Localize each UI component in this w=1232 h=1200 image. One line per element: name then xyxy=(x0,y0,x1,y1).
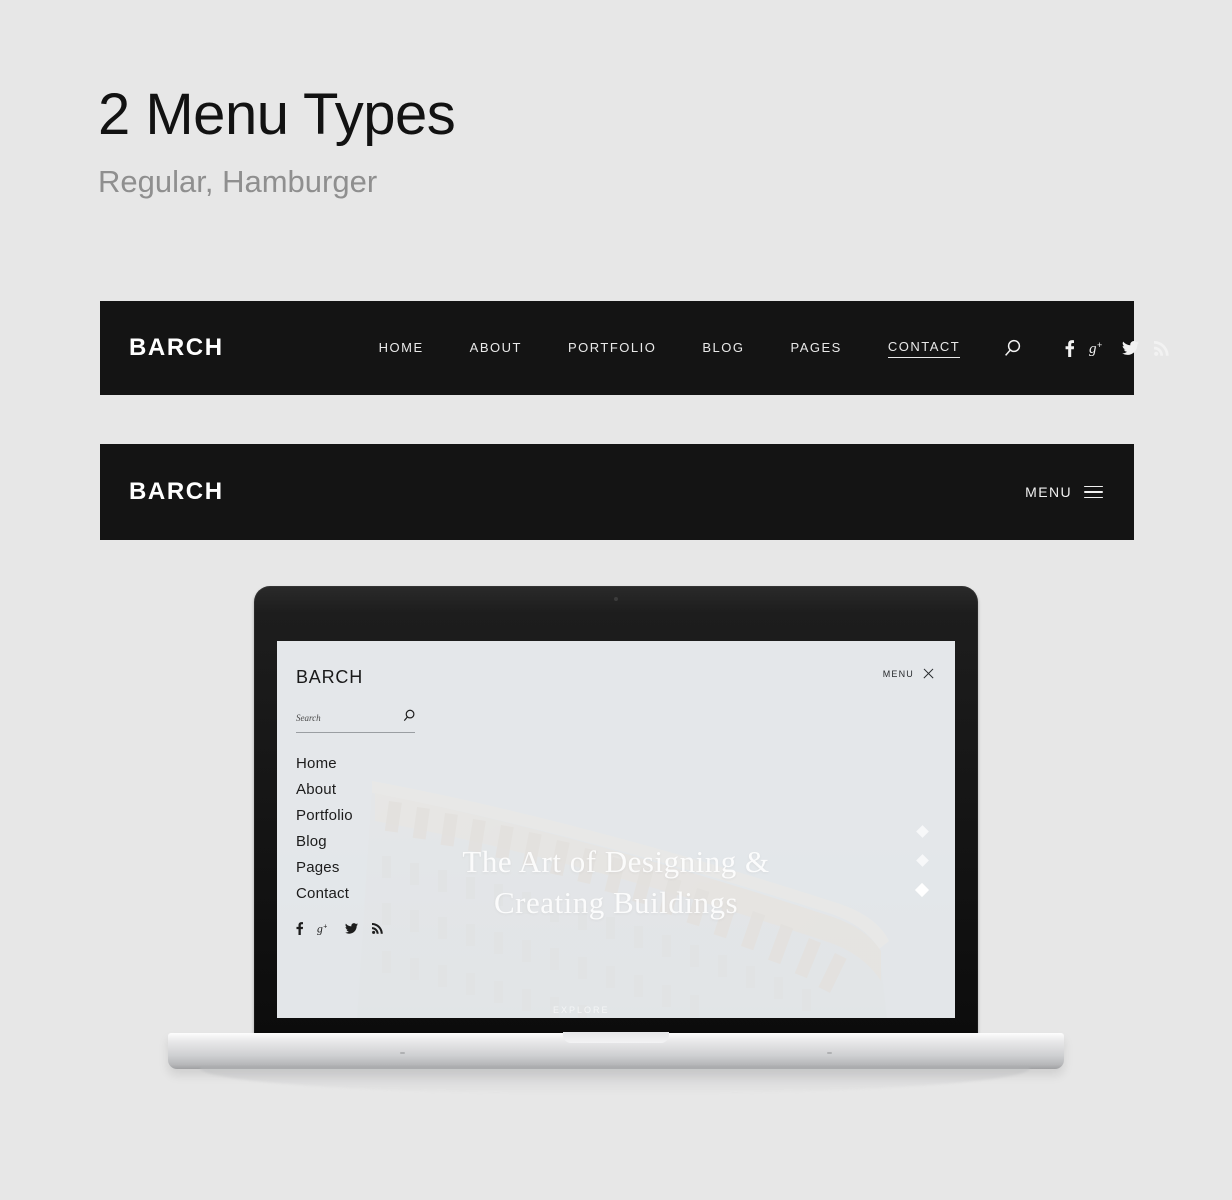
svg-text:g: g xyxy=(1089,341,1097,356)
screen-nav-list: Home About Portfolio Blog Pages Contact xyxy=(296,755,499,903)
menu-toggle-button[interactable]: MENU xyxy=(1025,484,1103,500)
screen-socials: g + xyxy=(296,922,499,935)
explore-label[interactable]: EXPLORE xyxy=(553,1005,610,1015)
close-icon[interactable] xyxy=(923,668,934,679)
webcam-icon xyxy=(614,597,618,601)
nav-item-about[interactable]: ABOUT xyxy=(470,339,522,358)
laptop-base xyxy=(168,1032,1064,1069)
screen-nav-item-contact[interactable]: Contact xyxy=(296,885,499,903)
nav-link-pages[interactable]: PAGES xyxy=(790,340,841,358)
screen-nav-link-portfolio[interactable]: Portfolio xyxy=(296,807,353,824)
nav-item-pages[interactable]: PAGES xyxy=(790,339,841,358)
screen-nav-link-blog[interactable]: Blog xyxy=(296,833,327,850)
facebook-icon[interactable] xyxy=(296,922,303,935)
page-subtitle: Regular, Hamburger xyxy=(98,164,378,199)
google-plus-icon[interactable]: g + xyxy=(1089,340,1107,356)
screen-nav-item-pages[interactable]: Pages xyxy=(296,859,499,877)
hamburger-menu-logo[interactable]: BARCH xyxy=(129,478,224,506)
screen-nav-link-about[interactable]: About xyxy=(296,781,336,798)
slider-dot-2[interactable] xyxy=(915,854,929,867)
page-root: 2 Menu Types Regular, Hamburger BARCH HO… xyxy=(0,0,1232,1200)
page-title: 2 Menu Types xyxy=(98,82,456,147)
laptop-base-dot-right xyxy=(827,1052,832,1054)
nav-link-contact[interactable]: CONTACT xyxy=(887,339,961,358)
screen-nav-link-contact[interactable]: Contact xyxy=(296,885,349,902)
search-icon[interactable] xyxy=(403,709,415,727)
svg-text:+: + xyxy=(323,924,327,931)
heading-block: 2 Menu Types Regular, Hamburger xyxy=(98,82,456,199)
search-icon[interactable] xyxy=(1004,339,1021,357)
laptop-shadow xyxy=(200,1068,1030,1094)
screen-nav-link-home[interactable]: Home xyxy=(296,755,337,772)
laptop-base-notch xyxy=(563,1032,669,1043)
laptop-screen: The Art of Designing & Creating Building… xyxy=(277,641,955,1018)
laptop-base-dot-left xyxy=(400,1052,405,1054)
hamburger-menu-bar: BARCH MENU xyxy=(100,444,1134,540)
regular-menu-socials: g + xyxy=(1065,339,1169,357)
laptop-mockup: The Art of Designing & Creating Building… xyxy=(0,560,1232,1120)
svg-text:+: + xyxy=(1097,340,1102,350)
menu-toggle-label: MENU xyxy=(1025,484,1072,500)
screen-sidebar-panel: BARCH Home xyxy=(277,641,499,1018)
rss-icon[interactable] xyxy=(1154,340,1169,356)
regular-menu-bar: BARCH HOME ABOUT PORTFOLIO BLOG PAGES CO… xyxy=(100,301,1169,395)
nav-link-home[interactable]: HOME xyxy=(379,340,424,358)
screen-nav-item-about[interactable]: About xyxy=(296,781,499,799)
screen-nav-link-pages[interactable]: Pages xyxy=(296,859,340,876)
svg-text:g: g xyxy=(317,922,323,935)
nav-link-portfolio[interactable]: PORTFOLIO xyxy=(568,340,656,358)
screen-menu-label: MENU xyxy=(882,668,914,679)
nav-item-home[interactable]: HOME xyxy=(379,339,424,358)
search-input[interactable] xyxy=(296,713,380,723)
screen-menu-toggle[interactable]: MENU xyxy=(883,668,934,679)
nav-item-contact[interactable]: CONTACT xyxy=(887,338,961,358)
hamburger-icon[interactable] xyxy=(1084,485,1103,499)
screen-nav-item-portfolio[interactable]: Portfolio xyxy=(296,807,499,825)
nav-link-about[interactable]: ABOUT xyxy=(470,340,522,358)
slider-dot-3[interactable] xyxy=(914,882,930,898)
screen-logo[interactable]: BARCH xyxy=(296,667,499,688)
facebook-icon[interactable] xyxy=(1065,339,1075,357)
twitter-icon[interactable] xyxy=(345,923,358,934)
slider-dot-1[interactable] xyxy=(915,825,929,838)
twitter-icon[interactable] xyxy=(1122,341,1140,355)
nav-link-blog[interactable]: BLOG xyxy=(702,340,744,358)
screen-nav-item-blog[interactable]: Blog xyxy=(296,833,499,851)
regular-menu-nav: HOME ABOUT PORTFOLIO BLOG PAGES CONTACT xyxy=(379,338,961,358)
screen-search-row[interactable] xyxy=(296,709,415,733)
screen-nav-item-home[interactable]: Home xyxy=(296,755,499,773)
slider-dots xyxy=(914,825,930,898)
laptop-lid: The Art of Designing & Creating Building… xyxy=(254,586,978,1039)
nav-item-portfolio[interactable]: PORTFOLIO xyxy=(568,339,656,358)
rss-icon[interactable] xyxy=(372,923,383,934)
google-plus-icon[interactable]: g + xyxy=(317,922,331,935)
nav-item-blog[interactable]: BLOG xyxy=(702,339,744,358)
regular-menu-logo[interactable]: BARCH xyxy=(129,334,224,362)
